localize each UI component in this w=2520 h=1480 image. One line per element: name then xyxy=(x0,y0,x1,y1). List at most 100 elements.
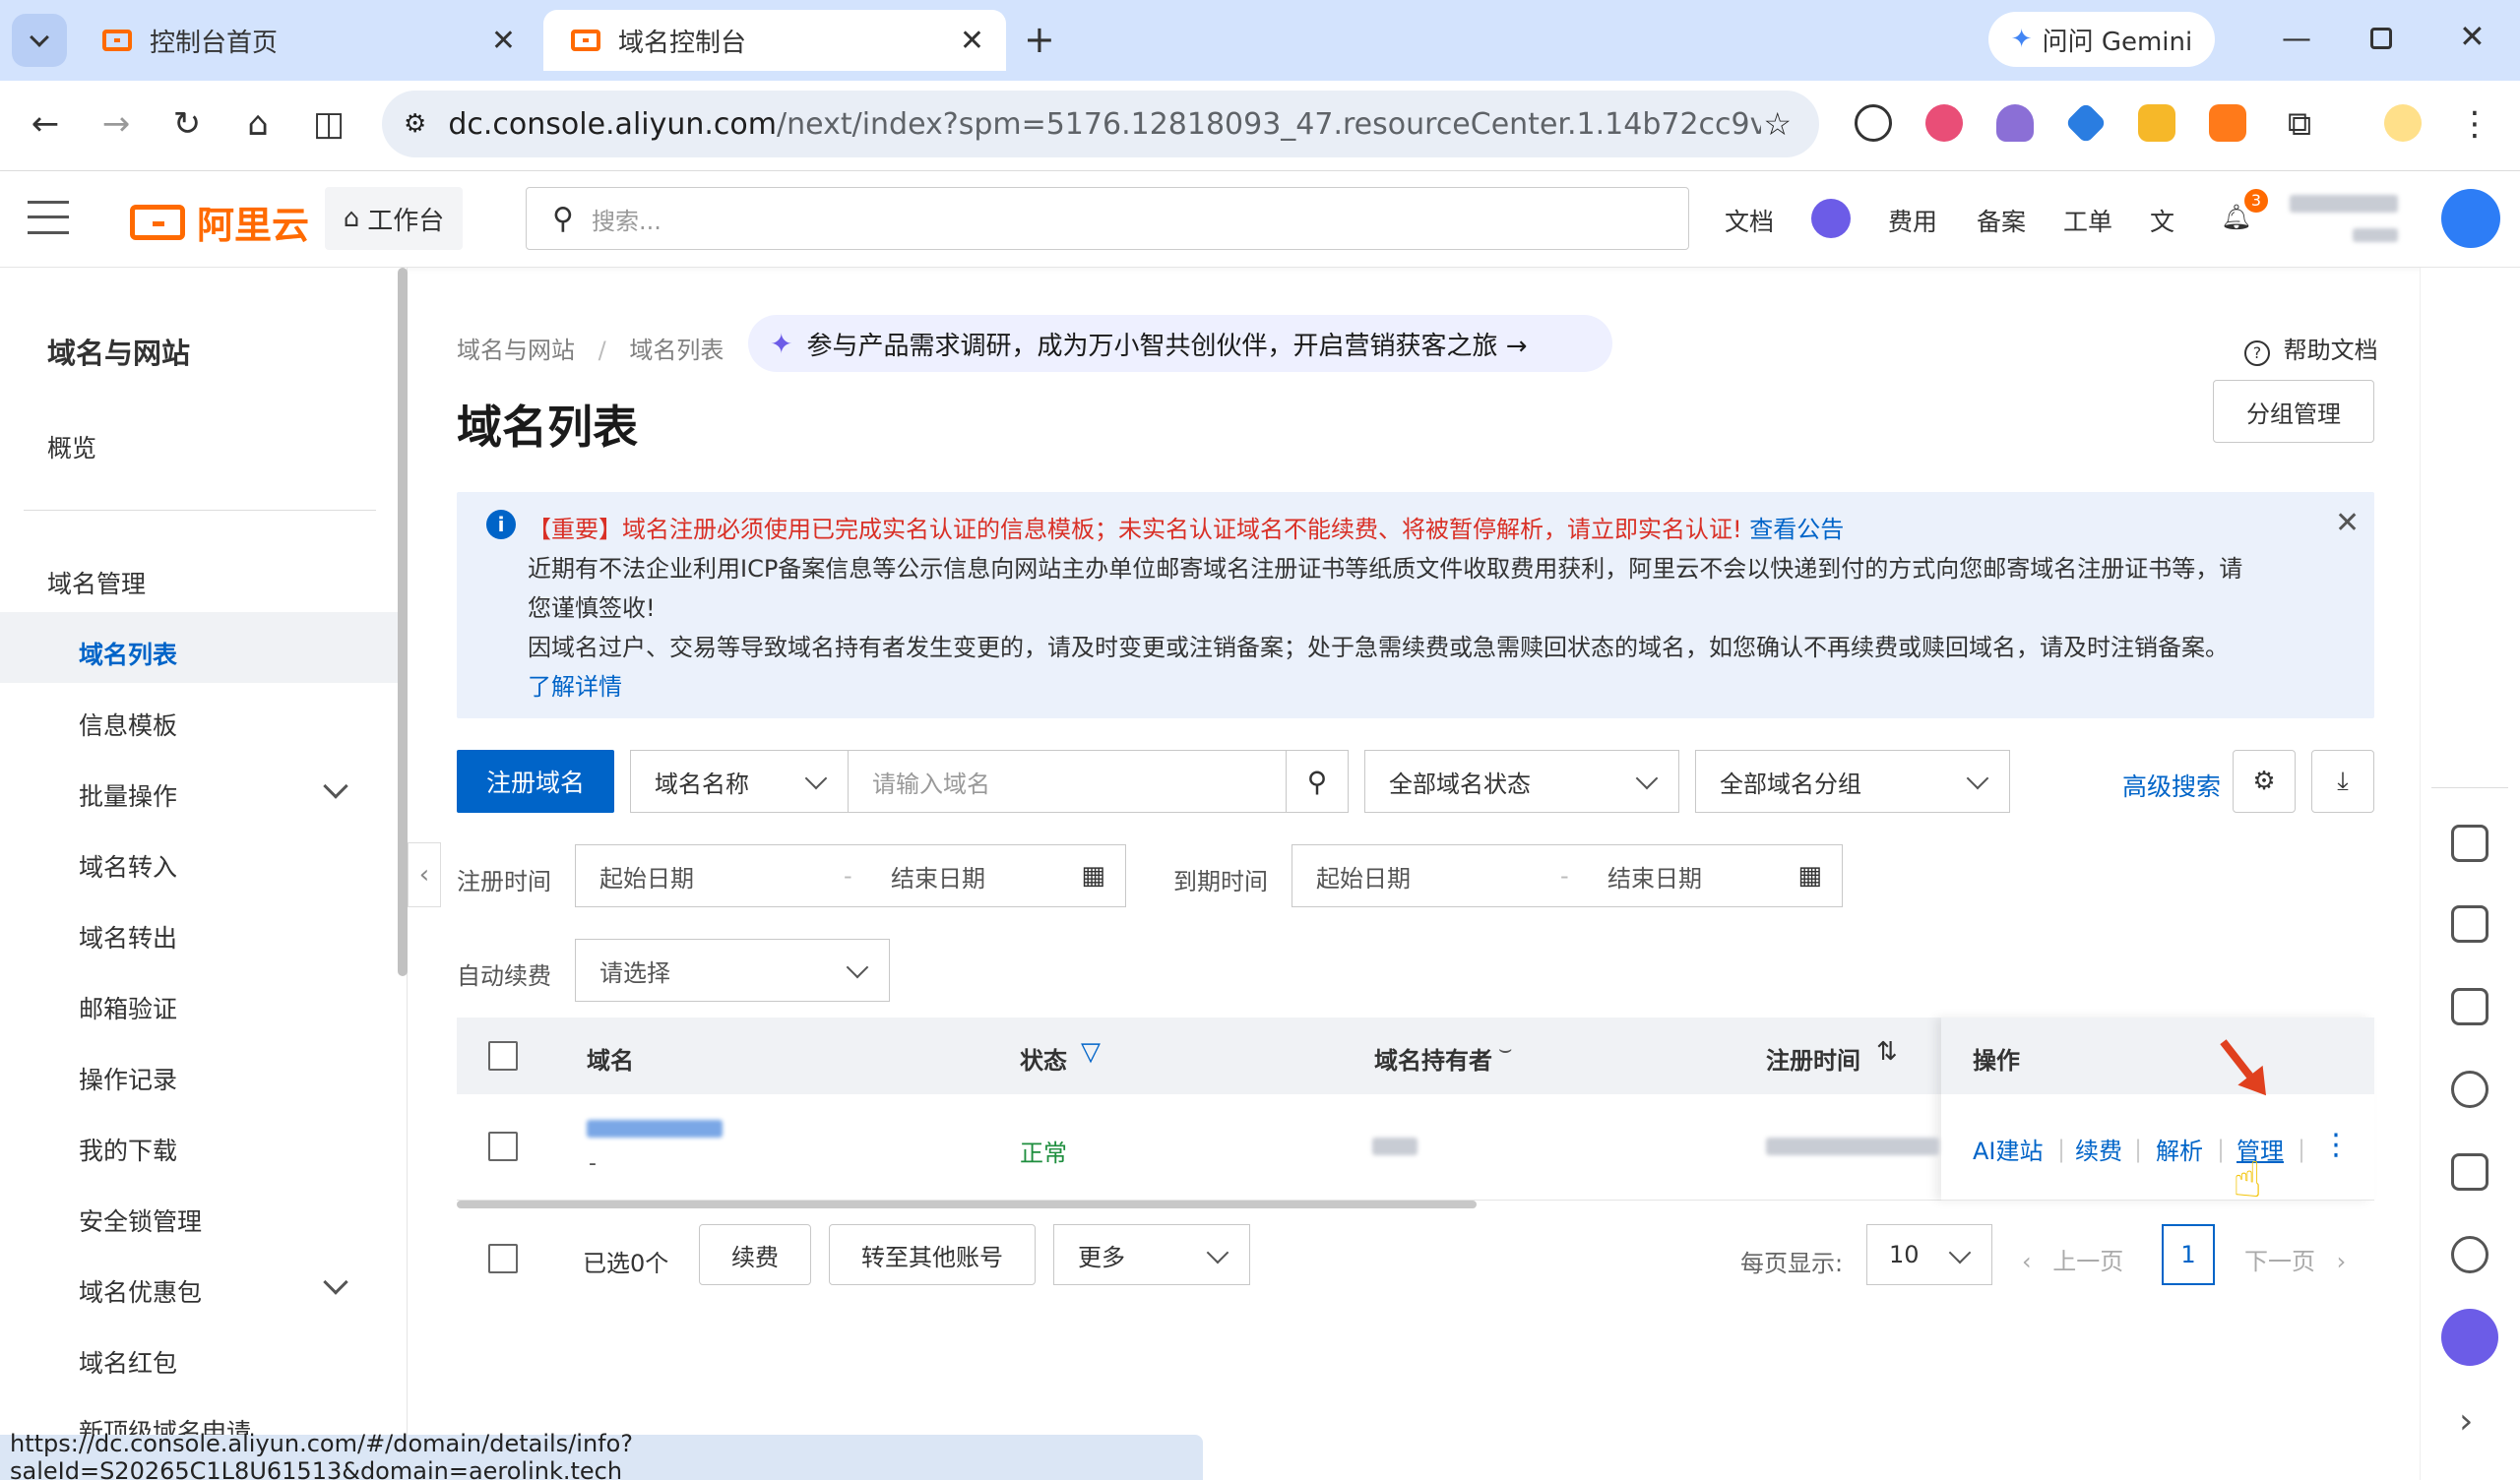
reload-icon[interactable]: ↻ xyxy=(167,104,207,144)
dns-resolve-link[interactable]: 解析 xyxy=(2156,1132,2203,1166)
batch-renew-button[interactable]: 续费 xyxy=(699,1224,811,1285)
reg-date-range-picker[interactable]: 起始日期 - 结束日期 ▦ xyxy=(575,844,1126,907)
table-horizontal-scrollbar[interactable] xyxy=(457,1201,1477,1208)
next-page-button[interactable]: 下一页 › xyxy=(2244,1242,2346,1276)
transfer-account-button[interactable]: 转至其他账号 xyxy=(829,1224,1036,1285)
learn-more-link[interactable]: 了解详情 xyxy=(528,667,622,702)
orange-extension-icon[interactable] xyxy=(2209,104,2246,142)
aliyun-logo[interactable]: 阿里云 xyxy=(130,195,309,249)
api-icon[interactable] xyxy=(2451,905,2488,943)
domain-search-button[interactable]: ⚲ xyxy=(1286,750,1349,813)
profile-avatar-icon[interactable] xyxy=(2384,104,2422,142)
row-checkbox[interactable] xyxy=(488,1132,518,1161)
document-icon[interactable] xyxy=(2451,825,2488,862)
site-info-icon[interactable]: ⚙ xyxy=(404,109,426,139)
gemini-button[interactable]: ✦ 问问 Gemini xyxy=(1988,12,2215,67)
domain-name-cell[interactable] xyxy=(587,1120,723,1138)
window-close-button[interactable]: ✕ xyxy=(2459,18,2486,55)
promo-banner[interactable]: ✦ 参与产品需求调研，成为万小智共创伙伴，开启营销获客之旅 → xyxy=(748,315,1612,372)
topbar-link-billing[interactable]: 费用 xyxy=(1888,203,1937,238)
color-extension-icon[interactable] xyxy=(1925,104,1963,142)
exp-date-range-picker[interactable]: 起始日期 - 结束日期 ▦ xyxy=(1292,844,1843,907)
new-tab-button[interactable]: + xyxy=(1024,18,1055,61)
close-icon[interactable]: ✕ xyxy=(491,24,516,58)
close-icon[interactable]: ✕ xyxy=(960,24,984,58)
sidebar-item-red-packets[interactable]: 域名红包 xyxy=(79,1344,177,1380)
gear-icon[interactable] xyxy=(2451,1071,2488,1108)
tab-domain-console[interactable]: 域名控制台 ✕ xyxy=(543,10,1006,71)
sort-icon[interactable]: ⇅ xyxy=(1876,1037,1898,1067)
export-button[interactable]: ⤓ xyxy=(2311,750,2374,813)
group-manage-button[interactable]: 分组管理 xyxy=(2213,380,2374,443)
sidebar-item-templates[interactable]: 信息模板 xyxy=(79,707,177,742)
group-filter-select[interactable]: 全部域名分组 xyxy=(1695,750,2010,813)
sidebar-item-bundles[interactable]: 域名优惠包 xyxy=(79,1273,202,1309)
headset-icon[interactable] xyxy=(2451,1236,2488,1273)
footer-select-checkbox[interactable] xyxy=(488,1244,518,1273)
sidebar-scrollbar[interactable] xyxy=(398,268,408,976)
hamburger-menu-icon[interactable] xyxy=(28,201,69,234)
search-type-select[interactable]: 域名名称 xyxy=(630,750,849,813)
ai-assistant-float-icon[interactable] xyxy=(2441,1309,2498,1366)
back-icon[interactable]: ← xyxy=(26,104,65,144)
help-doc-link[interactable]: ? 帮助文档 xyxy=(2244,331,2378,366)
terminal-icon[interactable] xyxy=(2451,988,2488,1025)
purple-extension-icon[interactable] xyxy=(1996,104,2034,142)
sidebar-group-domain-management[interactable]: 域名管理 xyxy=(47,565,146,600)
sidebar-item-security-lock[interactable]: 安全锁管理 xyxy=(79,1202,202,1238)
bookmark-star-icon[interactable]: ☆ xyxy=(1763,105,1792,143)
tab-list-button[interactable] xyxy=(12,14,67,67)
chevron-right-icon[interactable]: › xyxy=(2459,1401,2473,1442)
ai-assistant-icon[interactable] xyxy=(1811,199,1851,238)
sidebar-item-transfer-out[interactable]: 域名转出 xyxy=(79,919,177,955)
renew-link[interactable]: 续费 xyxy=(2075,1132,2122,1166)
select-all-checkbox[interactable] xyxy=(488,1041,518,1071)
topbar-link-filing[interactable]: 备案 xyxy=(1977,203,2026,238)
domain-search-input[interactable]: 请输入域名 xyxy=(848,750,1287,813)
page-size-select[interactable]: 10 xyxy=(1866,1224,1992,1285)
view-announcement-link[interactable]: 查看公告 xyxy=(1749,516,1844,543)
status-filter-select[interactable]: 全部域名状态 xyxy=(1364,750,1679,813)
sidebar-item-operation-log[interactable]: 操作记录 xyxy=(79,1061,177,1096)
split-view-icon[interactable]: ◫ xyxy=(309,104,348,144)
auto-renew-select[interactable]: 请选择 xyxy=(575,939,890,1002)
more-actions-icon[interactable]: ⋮ xyxy=(2321,1128,2351,1162)
edit-icon[interactable] xyxy=(2451,1153,2488,1191)
console-search-input[interactable]: ⚲ 搜索... xyxy=(526,187,1689,250)
sidebar-item-email-verify[interactable]: 邮箱验证 xyxy=(79,990,177,1025)
sidebar-item-downloads[interactable]: 我的下载 xyxy=(79,1132,177,1167)
minimize-button[interactable]: — xyxy=(2282,22,2311,56)
page-1-button[interactable]: 1 xyxy=(2162,1224,2215,1285)
forward-icon[interactable]: → xyxy=(96,104,136,144)
openai-extension-icon[interactable] xyxy=(1855,104,1892,142)
advanced-search-link[interactable]: 高级搜索 xyxy=(2122,768,2221,803)
collapse-sidebar-button[interactable]: ‹ xyxy=(408,842,441,907)
sidebar-item-batch[interactable]: 批量操作 xyxy=(79,777,177,813)
eye-off-icon[interactable]: ⌣ xyxy=(1498,1037,1512,1062)
prev-page-button[interactable]: ‹ 上一页 xyxy=(2022,1242,2123,1276)
breadcrumb-root[interactable]: 域名与网站 xyxy=(457,337,575,364)
translate-icon[interactable]: 文 xyxy=(2150,203,2174,238)
topbar-link-docs[interactable]: 文档 xyxy=(1725,203,1774,238)
close-icon[interactable]: ✕ xyxy=(2335,506,2360,540)
address-bar[interactable]: ⚙ dc.console.aliyun.com /next/index?spm=… xyxy=(382,91,1819,157)
register-domain-button[interactable]: 注册域名 xyxy=(457,750,614,813)
browser-menu-icon[interactable]: ⋮ xyxy=(2455,104,2494,144)
home-icon[interactable]: ⌂ xyxy=(238,104,278,144)
filter-icon[interactable]: ▽ xyxy=(1081,1037,1101,1067)
sidebar-item-domain-list[interactable]: 域名列表 xyxy=(79,636,177,671)
tab-console-home[interactable]: 控制台首页 ✕ xyxy=(75,10,537,71)
more-batch-select[interactable]: 更多 xyxy=(1053,1224,1250,1285)
extensions-puzzle-icon[interactable]: ⧉ xyxy=(2280,104,2319,144)
topbar-link-tickets[interactable]: 工单 xyxy=(2063,203,2112,238)
status-filter-value: 全部域名状态 xyxy=(1389,770,1531,798)
workbench-button[interactable]: ⌂ 工作台 xyxy=(325,187,463,250)
ai-build-site-link[interactable]: AI建站 xyxy=(1973,1132,2044,1166)
restore-button[interactable] xyxy=(2370,28,2392,49)
user-avatar[interactable] xyxy=(2441,189,2500,248)
account-name[interactable] xyxy=(2290,195,2398,213)
table-settings-button[interactable]: ⚙ xyxy=(2233,750,2296,813)
sidebar-item-transfer-in[interactable]: 域名转入 xyxy=(79,848,177,884)
sidebar-item-overview[interactable]: 概览 xyxy=(47,429,96,464)
yellow-extension-icon[interactable] xyxy=(2138,104,2175,142)
